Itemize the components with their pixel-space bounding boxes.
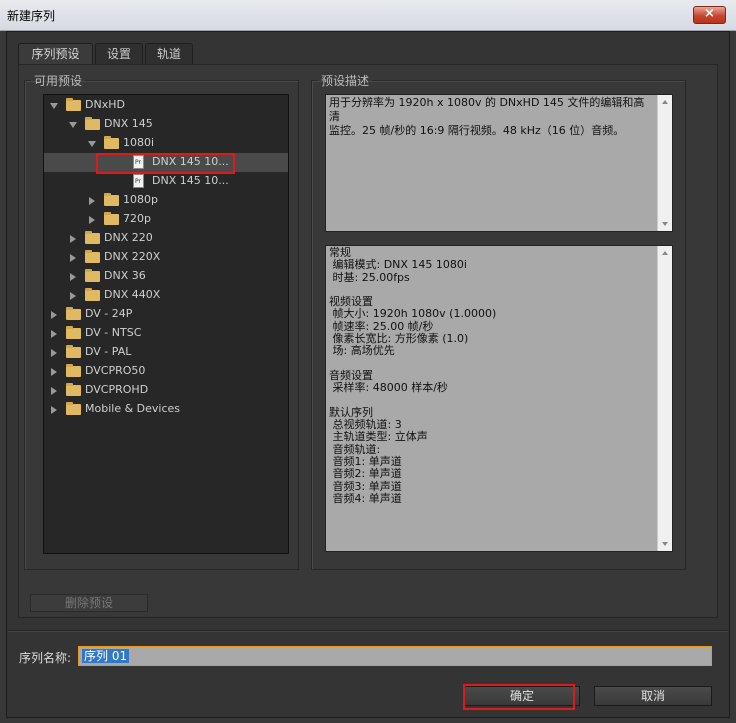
description-details: 常规 编辑模式: DNX 145 1080i 时基: 25.00fps 视频设置… (329, 246, 497, 505)
chevron-right-icon[interactable] (51, 406, 57, 414)
tree-item-folder[interactable]: 720p (44, 210, 288, 229)
tree-item-folder[interactable]: DV - NTSC (44, 324, 288, 343)
title-bar[interactable]: 新建序列 × (0, 0, 736, 31)
new-sequence-dialog: 新建序列 × 序列预设 设置 轨道 可用预设 DNxHD DNX 145 1080i… (0, 0, 736, 723)
folder-icon (85, 288, 100, 301)
folder-icon (66, 98, 81, 111)
tree-item-label: DV - 24P (85, 307, 133, 320)
tree-item-label: DVCPRO50 (85, 364, 146, 377)
scroll-up-icon[interactable] (662, 100, 668, 104)
folder-icon (85, 250, 100, 263)
folder-icon (104, 136, 119, 149)
chevron-right-icon[interactable] (51, 387, 57, 395)
divider (8, 630, 728, 632)
window-title: 新建序列 (7, 9, 56, 23)
chevron-down-icon[interactable] (88, 141, 96, 147)
delete-preset-button[interactable]: 删除预设 (30, 594, 148, 612)
tree-item-label: 1080i (123, 136, 155, 149)
chevron-down-icon[interactable] (69, 122, 77, 128)
sequence-name-label: 序列名称: (19, 651, 72, 665)
folder-icon (66, 402, 81, 415)
tree-item-label: DNX 145 (104, 117, 153, 130)
tree-item-folder[interactable]: DNX 440X (44, 286, 288, 305)
tree-item-label: DV - NTSC (85, 326, 142, 339)
tree-item-label: DNX 440X (104, 288, 161, 301)
description-summary: 用于分辨率为 1920h x 1080v 的 DNxHD 145 文件的编辑和高… (329, 96, 645, 137)
chevron-right-icon[interactable] (51, 368, 57, 376)
tree-item-label: DNX 220X (104, 250, 161, 263)
sequence-name-input[interactable]: 序列 01 (78, 646, 712, 666)
chevron-right-icon[interactable] (70, 292, 76, 300)
tree-item-folder[interactable]: DNX 36 (44, 267, 288, 286)
tree-item-label: 1080p (123, 193, 158, 206)
preset-file-icon (133, 174, 144, 188)
chevron-right-icon[interactable] (89, 216, 95, 224)
folder-icon (66, 326, 81, 339)
tree-item-label: DV - PAL (85, 345, 132, 358)
tree-item-folder[interactable]: 1080p (44, 191, 288, 210)
tree-item-label: DNxHD (85, 98, 125, 111)
description-details-box[interactable]: 常规 编辑模式: DNX 145 1080i 时基: 25.00fps 视频设置… (325, 245, 673, 552)
tab-tracks[interactable]: 轨道 (145, 43, 193, 64)
highlight-ok-button (463, 684, 575, 710)
tree-item-folder[interactable]: DNX 220X (44, 248, 288, 267)
tab-sequence-presets[interactable]: 序列预设 (18, 43, 93, 65)
tree-item-folder[interactable]: DVCPRO50 (44, 362, 288, 381)
tree-item-folder[interactable]: 1080i (44, 134, 288, 153)
folder-icon (85, 231, 100, 244)
tree-item-label: DNX 145 10... (152, 174, 229, 187)
close-button[interactable]: × (693, 6, 726, 24)
tree-item-folder[interactable]: DNxHD (44, 96, 288, 115)
folder-icon (66, 307, 81, 320)
chevron-right-icon[interactable] (70, 273, 76, 281)
folder-icon (66, 364, 81, 377)
tree-item-label: DVCPROHD (85, 383, 149, 396)
tree-item-folder[interactable]: DVCPROHD (44, 381, 288, 400)
chevron-right-icon[interactable] (70, 254, 76, 262)
folder-icon (66, 345, 81, 358)
folder-icon (66, 383, 81, 396)
scroll-down-icon[interactable] (662, 542, 668, 546)
folder-icon (104, 212, 119, 225)
folder-icon (85, 117, 100, 130)
highlight-selected-preset (96, 153, 235, 174)
chevron-right-icon[interactable] (51, 349, 57, 357)
scroll-down-icon[interactable] (662, 222, 668, 226)
description-summary-box[interactable]: 用于分辨率为 1920h x 1080v 的 DNxHD 145 文件的编辑和高… (325, 94, 673, 232)
tree-item-label: Mobile & Devices (85, 402, 181, 415)
cancel-button[interactable]: 取消 (594, 686, 712, 706)
chevron-right-icon[interactable] (89, 197, 95, 205)
chevron-down-icon[interactable] (50, 103, 58, 109)
details-scrollbar[interactable] (657, 246, 672, 551)
tree-item-folder[interactable]: DNX 145 (44, 115, 288, 134)
summary-scrollbar[interactable] (657, 95, 672, 231)
tree-item-folder[interactable]: DNX 220 (44, 229, 288, 248)
scroll-up-icon[interactable] (662, 251, 668, 255)
chevron-right-icon[interactable] (51, 330, 57, 338)
tree-item-label: DNX 36 (104, 269, 146, 282)
chevron-right-icon[interactable] (51, 311, 57, 319)
folder-icon (85, 269, 100, 282)
chevron-right-icon[interactable] (70, 235, 76, 243)
close-icon: × (704, 6, 715, 21)
tree-item-folder[interactable]: DV - 24P (44, 305, 288, 324)
tree-item-folder[interactable]: DV - PAL (44, 343, 288, 362)
tree-item-label: DNX 220 (104, 231, 153, 244)
tree-item-label: 720p (123, 212, 151, 225)
tab-settings[interactable]: 设置 (95, 43, 143, 64)
available-presets-legend: 可用预设 (34, 74, 83, 88)
tree-item-folder[interactable]: Mobile & Devices (44, 400, 288, 419)
tree-item-preset[interactable]: DNX 145 10... (44, 172, 288, 191)
preset-description-legend: 预设描述 (321, 74, 370, 88)
folder-icon (104, 193, 119, 206)
sequence-name-value: 序列 01 (82, 649, 130, 663)
